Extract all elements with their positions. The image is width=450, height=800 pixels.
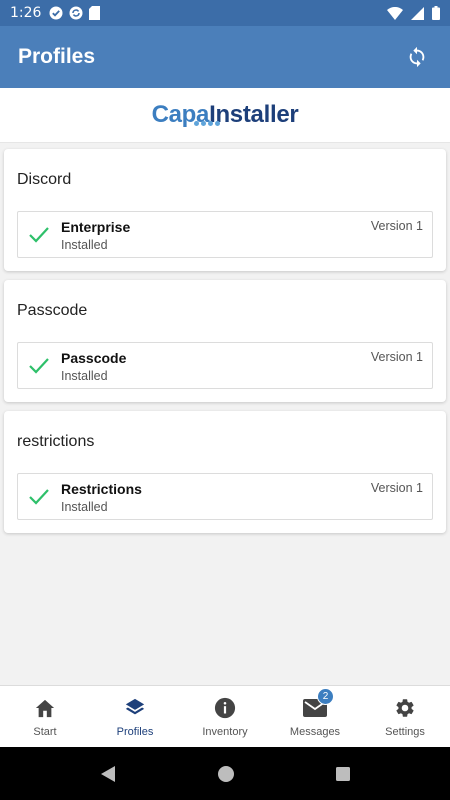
page-title: Profiles [18, 45, 96, 68]
profile-item-version: Version 1 [370, 219, 423, 233]
nav-label: Start [33, 726, 57, 738]
nav-label: Inventory [202, 726, 248, 738]
profile-card: Passcode Passcode Installed Version 1 [4, 280, 446, 402]
profile-item-version: Version 1 [370, 481, 423, 495]
back-icon[interactable] [99, 765, 117, 783]
profile-item[interactable]: Passcode Installed Version 1 [17, 342, 433, 389]
logo-banner: CapaInstaller [0, 88, 450, 143]
profile-card-title: Discord [17, 171, 72, 188]
recents-icon[interactable] [335, 766, 351, 782]
profile-card: Discord Enterprise Installed Version 1 [4, 149, 446, 271]
nav-item-inventory[interactable]: Inventory [180, 686, 270, 747]
nav-item-start[interactable]: Start [0, 686, 90, 747]
unread-badge: 2 [317, 688, 334, 705]
nav-item-profiles[interactable]: Profiles [90, 686, 180, 747]
system-navigation-bar [0, 747, 450, 800]
wifi-icon [387, 6, 403, 20]
check-icon [29, 358, 49, 374]
check-circle-icon [49, 6, 63, 20]
nav-item-settings[interactable]: Settings [360, 686, 450, 747]
status-time: 1:26 [10, 5, 42, 21]
nav-label: Profiles [116, 726, 154, 738]
sd-card-icon [89, 6, 101, 20]
layers-icon [125, 698, 145, 715]
profile-item-name: Enterprise [61, 219, 131, 235]
profile-item-status: Installed [61, 369, 108, 383]
profile-item-name: Passcode [61, 350, 127, 366]
logo-dots [193, 121, 220, 126]
battery-icon [432, 6, 440, 20]
sync-icon [69, 6, 83, 20]
nav-label: Messages [289, 726, 341, 738]
profile-item-version: Version 1 [370, 350, 423, 364]
home-icon [35, 699, 55, 718]
check-icon [29, 227, 49, 243]
info-icon [214, 697, 236, 719]
logo-installer-text: Installer [209, 101, 299, 128]
profile-item[interactable]: Enterprise Installed Version 1 [17, 211, 433, 258]
profile-item-status: Installed [61, 500, 108, 514]
gear-icon [396, 699, 414, 717]
notification-icons [49, 6, 101, 20]
check-icon [29, 489, 49, 505]
signal-icon [411, 6, 424, 20]
capainstaller-logo: CapaInstaller [152, 101, 299, 129]
profiles-list: Discord Enterprise Installed Version 1 P… [0, 143, 450, 685]
bottom-nav: Start Profiles Inventory 2 Messages Sett… [0, 685, 450, 747]
profile-card-title: Passcode [17, 302, 88, 319]
sync-button[interactable] [402, 42, 432, 72]
profile-item[interactable]: Restrictions Installed Version 1 [17, 473, 433, 520]
system-icons [387, 6, 440, 20]
profile-item-status: Installed [61, 238, 108, 252]
sync-icon [409, 46, 425, 68]
nav-item-messages[interactable]: 2 Messages [270, 686, 360, 747]
app-bar: Profiles [0, 26, 450, 88]
profile-item-name: Restrictions [61, 481, 142, 497]
status-bar: 1:26 [0, 0, 450, 26]
nav-label: Settings [385, 726, 425, 738]
home-button-icon[interactable] [217, 765, 235, 783]
profile-card-title: restrictions [17, 433, 95, 450]
profile-card: restrictions Restrictions Installed Vers… [4, 411, 446, 533]
